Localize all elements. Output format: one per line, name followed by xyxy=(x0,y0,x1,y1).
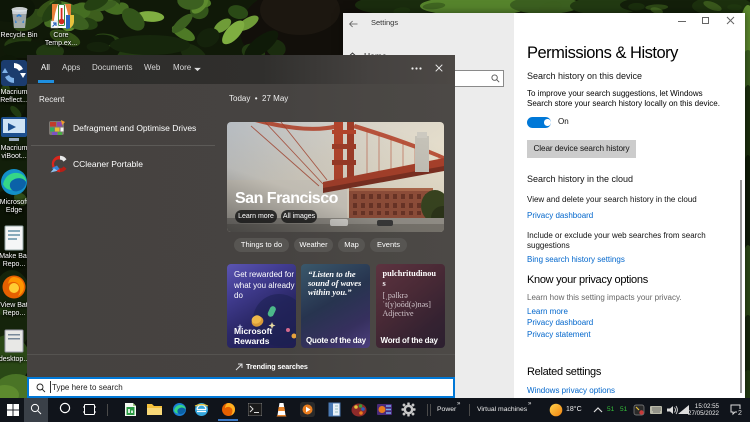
svg-text:2: 2 xyxy=(738,410,742,416)
